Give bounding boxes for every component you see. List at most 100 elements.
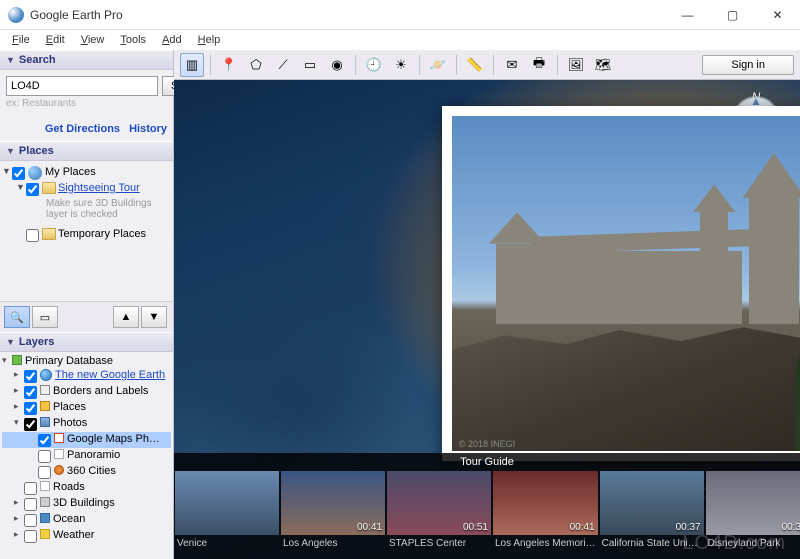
close-button[interactable]: ✕ [755,0,800,29]
ruler-button[interactable]: 📏 [463,53,487,77]
path-button[interactable]: ⟋ [271,53,295,77]
temporary-places-checkbox[interactable] [26,229,39,242]
print-button[interactable]: 🖶 [527,53,551,77]
tour-guide-title: Tour Guide [174,453,800,471]
expand-icon[interactable]: ▸ [14,497,24,508]
layer-checkbox[interactable] [38,434,51,447]
polygon-button[interactable]: ⬠ [244,53,268,77]
signin-button[interactable]: Sign in [702,55,794,75]
maximize-button[interactable]: ▢ [710,0,755,29]
new-google-earth-link[interactable]: The new Google Earth [55,369,165,381]
toggle-sidebar-button[interactable]: ▥ [180,53,204,77]
borders-label[interactable]: Borders and Labels [53,385,148,397]
ocean-label[interactable]: Ocean [53,513,85,525]
map-viewport[interactable]: ▥ 📍 ⬠ ⟋ ▭ ◉ 🕘 ☀ 🪐 📏 ✉ 🖶 🖼 🗺 Sign in San … [174,50,800,559]
expand-icon[interactable]: ▸ [14,401,24,412]
expand-icon[interactable]: ▾ [14,417,24,428]
tour-item[interactable]: 00:39 Disneyland Park [706,471,800,555]
tour-caption: Los Angeles Memori… [493,535,598,549]
expand-icon[interactable]: ▸ [14,369,24,380]
3d-buildings-label[interactable]: 3D Buildings [53,497,115,509]
my-places-label[interactable]: My Places [45,166,96,178]
move-down-button[interactable]: ▼ [141,306,167,328]
layer-places-label[interactable]: Places [53,401,86,413]
layer-checkbox[interactable] [38,466,51,479]
layers-panel-header[interactable]: ▼ Layers [0,332,173,352]
search-hint: ex: Restaurants [6,98,167,109]
expand-icon[interactable]: ▼ [16,182,26,192]
layer-checkbox[interactable] [38,450,51,463]
history-button[interactable]: 🕘 [362,53,386,77]
minimize-button[interactable]: — [665,0,710,29]
get-directions-link[interactable]: Get Directions [45,123,120,135]
layers-header-label: Layers [19,336,54,348]
360cities-icon [54,465,64,475]
sightseeing-tour-link[interactable]: Sightseeing Tour [58,182,140,194]
places-panel-header[interactable]: ▼ Places [0,141,173,161]
menu-edit[interactable]: Edit [38,32,73,48]
tour-caption: Los Angeles [281,535,385,549]
primary-database-label[interactable]: Primary Database [25,355,113,367]
layer-checkbox[interactable] [24,370,37,383]
layer-checkbox[interactable] [24,482,37,495]
expand-icon[interactable]: ▸ [14,513,24,524]
history-link[interactable]: History [129,123,167,135]
toggle-places-button[interactable]: ▭ [32,306,58,328]
layer-checkbox[interactable] [24,514,37,527]
gmaps-photos-label[interactable]: Google Maps Ph… [67,433,160,445]
tour-item[interactable]: 00:41 Los Angeles Memori… [493,471,598,555]
menu-tools[interactable]: Tools [112,32,154,48]
menu-view[interactable]: View [73,32,113,48]
weather-label[interactable]: Weather [53,529,94,541]
layer-checkbox[interactable] [24,498,37,511]
360cities-label[interactable]: 360 Cities [67,465,116,477]
sightseeing-checkbox[interactable] [26,183,39,196]
menu-add[interactable]: Add [154,32,190,48]
weather-icon [40,529,50,539]
layer-checkbox[interactable] [24,402,37,415]
menu-help[interactable]: Help [190,32,229,48]
my-places-checkbox[interactable] [12,167,25,180]
collapse-icon: ▼ [6,146,15,156]
sidebar: ▼ Search Search ex: Restaurants Get Dire… [0,50,174,559]
tour-item[interactable]: 00:51 STAPLES Center [387,471,491,555]
search-panel: Search ex: Restaurants Get Directions Hi… [0,70,173,141]
search-input[interactable] [6,76,158,96]
image-overlay-button[interactable]: ▭ [298,53,322,77]
window-title: Google Earth Pro [30,8,665,22]
tour-caption: STAPLES Center [387,535,491,549]
separator [557,55,558,75]
tour-items[interactable]: Venice 00:41 Los Angeles 00:51 STAPLES C… [174,471,800,555]
collapse-icon: ▼ [6,337,15,347]
view-in-maps-button[interactable]: 🗺 [591,53,615,77]
layer-checkbox[interactable] [24,386,37,399]
search-places-button[interactable]: 🔍 [4,306,30,328]
expand-icon[interactable]: ▾ [2,355,12,366]
expand-icon[interactable]: ▸ [14,385,24,396]
tour-duration: 00:37 [676,522,701,533]
save-image-button[interactable]: 🖼 [564,53,588,77]
record-tour-button[interactable]: ◉ [325,53,349,77]
popup-photo[interactable] [452,116,800,451]
menu-file[interactable]: File [4,32,38,48]
tour-item[interactable]: Venice [175,471,279,555]
expand-icon[interactable]: ▼ [2,166,12,176]
placemark-button[interactable]: 📍 [217,53,241,77]
temporary-places-label[interactable]: Temporary Places [58,228,146,240]
move-up-button[interactable]: ▲ [113,306,139,328]
tour-duration: 00:39 [782,522,800,533]
places-icon [40,401,50,411]
layer-checkbox[interactable] [24,418,37,431]
layer-checkbox[interactable] [24,530,37,543]
layer-photos-label[interactable]: Photos [53,417,87,429]
sunlight-button[interactable]: ☀ [389,53,413,77]
email-button[interactable]: ✉ [500,53,524,77]
planet-button[interactable]: 🪐 [426,53,450,77]
folder-icon [42,228,56,240]
tour-item[interactable]: 00:37 California State Uni… [600,471,704,555]
tour-item[interactable]: 00:41 Los Angeles [281,471,385,555]
roads-label[interactable]: Roads [53,481,85,493]
search-panel-header[interactable]: ▼ Search [0,50,173,70]
expand-icon[interactable]: ▸ [14,529,24,540]
panoramio-label[interactable]: Panoramio [67,449,120,461]
